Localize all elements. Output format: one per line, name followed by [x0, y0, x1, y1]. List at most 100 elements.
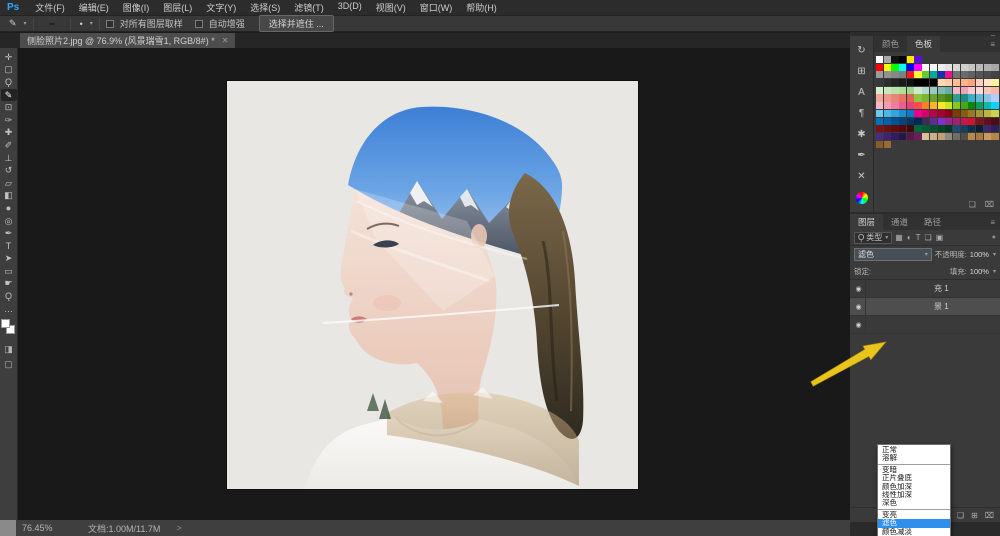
brush-settings-panel-icon[interactable]: ✱ [850, 124, 874, 145]
color-swatch[interactable] [930, 125, 937, 132]
filter-pixel-layers-icon[interactable]: ▦ [895, 233, 903, 242]
color-swatch[interactable] [938, 118, 945, 125]
blend-mode-option[interactable]: 深色 [878, 499, 950, 507]
color-swatch[interactable] [968, 125, 975, 132]
color-swatch[interactable] [899, 71, 906, 78]
color-swatch[interactable] [953, 110, 960, 117]
color-swatch[interactable] [968, 118, 975, 125]
color-swatch[interactable] [876, 141, 883, 148]
color-swatch[interactable] [984, 94, 991, 101]
color-swatch[interactable] [907, 125, 914, 132]
blend-mode-option[interactable]: 正片叠底 [878, 474, 950, 482]
color-swatch[interactable] [984, 125, 991, 132]
lasso-tool[interactable]: Ϙ [1, 76, 17, 89]
menu-item[interactable]: 图层(L) [156, 1, 199, 14]
blend-mode-option[interactable]: 变亮 [878, 511, 950, 519]
select-and-mask-button[interactable]: 选择并遮住 ... [259, 15, 334, 32]
color-swatch[interactable] [907, 110, 914, 117]
color-swatch[interactable] [876, 125, 883, 132]
color-swatch[interactable] [945, 125, 952, 132]
color-swatch[interactable] [945, 79, 952, 86]
foreground-color-chip[interactable] [1, 319, 10, 328]
color-swatch[interactable] [914, 125, 921, 132]
type-tool[interactable]: T [1, 240, 17, 253]
blend-mode-option[interactable]: 溶解 [878, 454, 950, 462]
color-swatch[interactable] [899, 118, 906, 125]
color-swatch[interactable] [961, 110, 968, 117]
color-swatch[interactable] [961, 133, 968, 140]
color-swatch[interactable] [922, 133, 929, 140]
color-swatch[interactable] [968, 133, 975, 140]
color-swatch[interactable] [907, 56, 914, 63]
color-swatch[interactable] [945, 64, 952, 71]
menu-item[interactable]: 视图(V) [369, 1, 413, 14]
screen-mode-button[interactable]: ▢ [1, 358, 17, 371]
menu-item[interactable]: 滤镜(T) [287, 1, 331, 14]
color-swatch[interactable] [976, 102, 983, 109]
color-swatch[interactable] [914, 56, 921, 63]
color-swatch[interactable] [961, 102, 968, 109]
color-swatch[interactable] [945, 118, 952, 125]
color-swatch[interactable] [884, 56, 891, 63]
panel-tab[interactable]: 通道 [883, 214, 916, 230]
color-swatch[interactable] [876, 118, 883, 125]
color-swatch[interactable] [899, 64, 906, 71]
blend-mode-option[interactable]: 变暗 [878, 466, 950, 474]
subtract-from-selection-icon[interactable] [58, 23, 64, 25]
color-swatch[interactable] [891, 133, 898, 140]
new-layer-icon[interactable]: ⊞ [971, 511, 978, 520]
color-swatch[interactable] [991, 125, 998, 132]
color-swatch[interactable] [907, 94, 914, 101]
menu-item[interactable]: 图像(I) [116, 1, 157, 14]
color-swatch[interactable] [899, 79, 906, 86]
color-swatch[interactable] [891, 125, 898, 132]
color-swatch[interactable] [984, 102, 991, 109]
history-panel-icon[interactable]: ↻ [850, 40, 874, 61]
eraser-tool[interactable]: ▱ [1, 177, 17, 190]
color-swatch[interactable] [914, 133, 921, 140]
color-swatch[interactable] [922, 79, 929, 86]
color-swatch[interactable] [945, 102, 952, 109]
color-swatch[interactable] [968, 71, 975, 78]
color-swatch[interactable] [961, 94, 968, 101]
color-swatch[interactable] [938, 64, 945, 71]
panel-tab[interactable]: 色板 [907, 36, 940, 52]
color-swatch[interactable] [922, 71, 929, 78]
color-swatch[interactable] [991, 87, 998, 94]
color-swatch[interactable] [884, 64, 891, 71]
color-swatch[interactable] [922, 125, 929, 132]
color-swatch[interactable] [884, 118, 891, 125]
marquee-tool[interactable]: ▢ [1, 64, 17, 77]
close-icon[interactable]: ✕ [222, 36, 229, 45]
color-swatch[interactable] [922, 102, 929, 109]
color-swatch[interactable] [907, 64, 914, 71]
color-swatch[interactable] [914, 79, 921, 86]
color-swatch[interactable] [961, 71, 968, 78]
color-swatch[interactable] [899, 94, 906, 101]
quick-selection-tool[interactable]: ✎ [1, 89, 17, 102]
history-brush-tool[interactable]: ↺ [1, 164, 17, 177]
color-swatch[interactable] [914, 102, 921, 109]
status-expand-icon[interactable]: > [176, 523, 181, 533]
color-swatch[interactable] [876, 71, 883, 78]
color-swatch[interactable] [922, 118, 929, 125]
color-swatch[interactable] [945, 87, 952, 94]
color-swatch[interactable] [899, 110, 906, 117]
color-wheel-icon[interactable] [850, 187, 874, 208]
eyedropper-tool[interactable]: ✑ [1, 114, 17, 127]
color-swatch[interactable] [953, 102, 960, 109]
color-swatch[interactable] [907, 79, 914, 86]
color-swatch[interactable] [953, 79, 960, 86]
color-swatch[interactable] [891, 64, 898, 71]
visibility-eye-icon[interactable]: ◉ [852, 316, 866, 334]
color-swatch[interactable] [907, 118, 914, 125]
color-swatch[interactable] [991, 110, 998, 117]
color-swatch[interactable] [914, 118, 921, 125]
layer-filter-select[interactable]: Ǫ 类型 ▾ [854, 232, 892, 244]
color-swatch[interactable] [976, 64, 983, 71]
color-swatch[interactable] [991, 71, 998, 78]
color-swatch[interactable] [953, 71, 960, 78]
color-swatch[interactable] [930, 87, 937, 94]
blend-mode-option[interactable]: 颜色加深 [878, 483, 950, 491]
color-swatch[interactable] [914, 71, 921, 78]
